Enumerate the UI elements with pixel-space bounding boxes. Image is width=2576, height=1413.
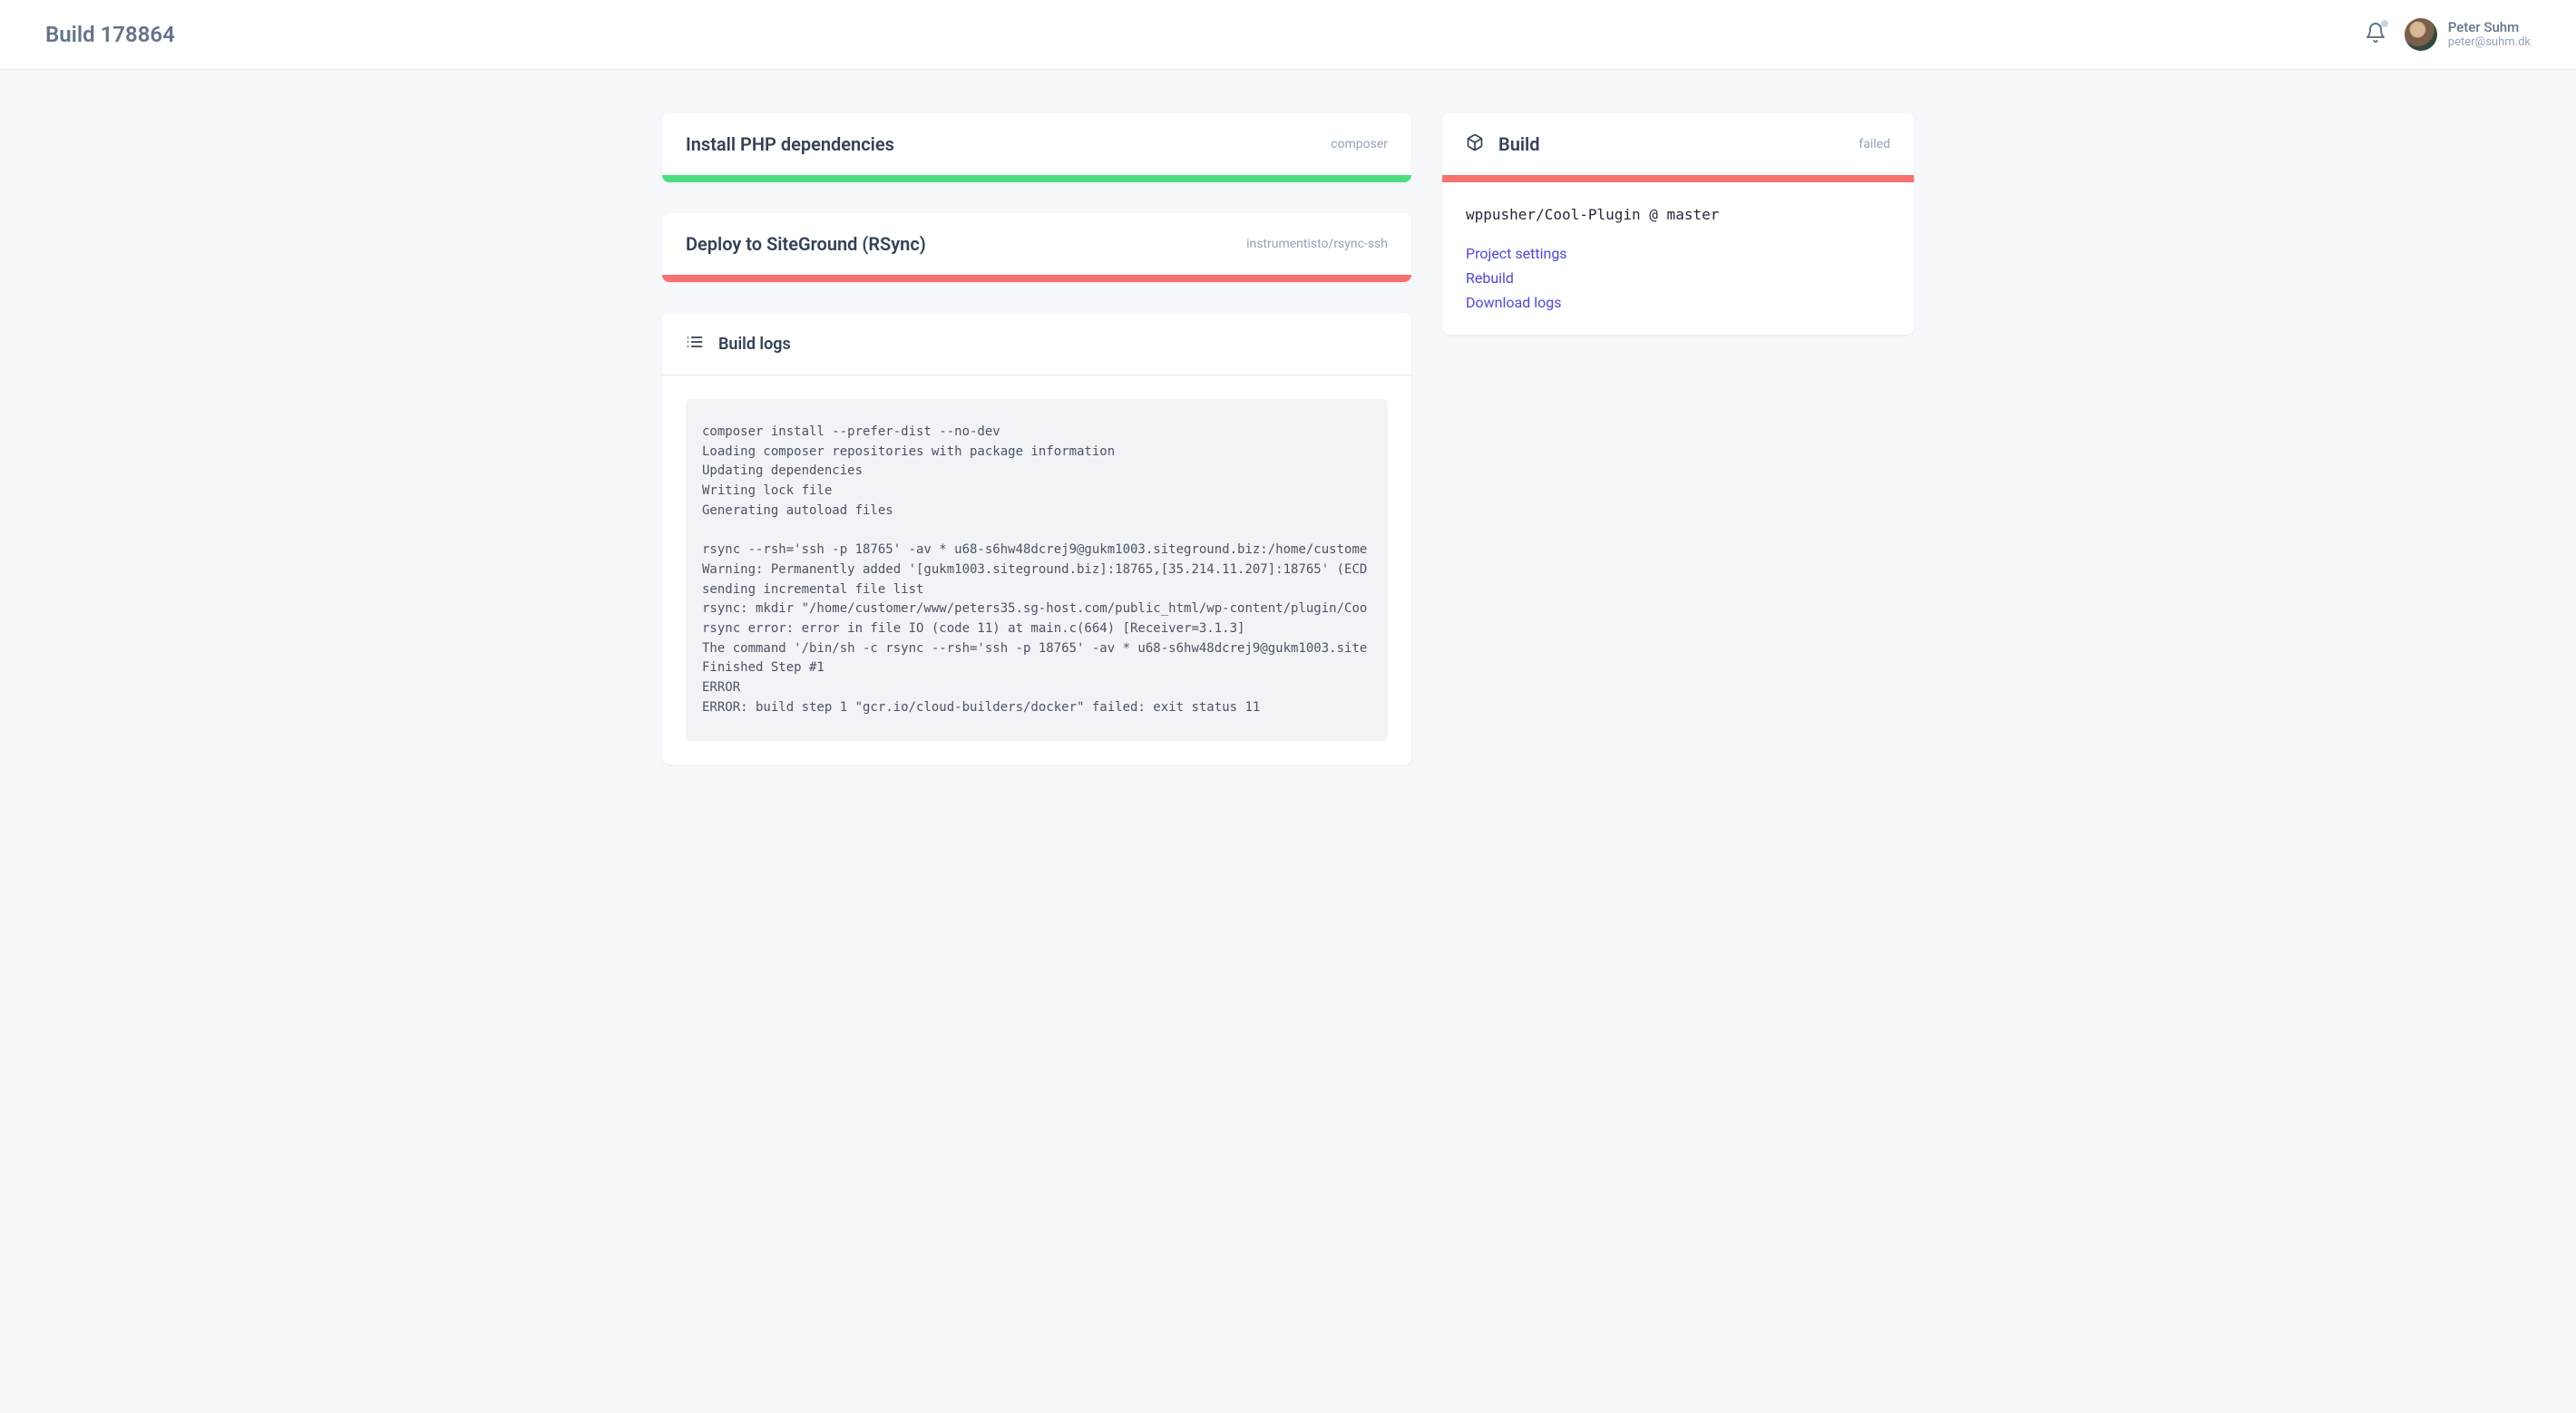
step-title: Install PHP dependencies (686, 133, 894, 155)
project-settings-link[interactable]: Project settings (1466, 245, 1890, 262)
step-title: Deploy to SiteGround (RSync) (686, 233, 926, 255)
build-logs-title: Build logs (718, 335, 791, 354)
status-bar-success (662, 175, 1411, 182)
user-menu[interactable]: Peter Suhm peter@suhm.dk (2405, 18, 2531, 51)
user-name: Peter Suhm (2448, 19, 2531, 36)
status-bar-failed (1442, 175, 1914, 182)
build-summary-card: Build failed wppusher/Cool-Plugin @ mast… (1442, 113, 1914, 335)
build-logs-output: composer install --prefer-dist --no-dev … (686, 399, 1388, 741)
step-tag: instrumentisto/rsync-ssh (1246, 237, 1388, 251)
notifications-button[interactable] (2365, 22, 2386, 47)
user-email: peter@suhm.dk (2448, 35, 2531, 50)
list-icon (686, 333, 704, 355)
build-repo: wppusher/Cool-Plugin @ master (1466, 206, 1890, 223)
build-panel-title: Build (1498, 133, 1540, 155)
build-step-rsync[interactable]: Deploy to SiteGround (RSync) instrumenti… (662, 213, 1411, 282)
download-logs-link[interactable]: Download logs (1466, 294, 1890, 311)
status-bar-failed (662, 275, 1411, 282)
rebuild-link[interactable]: Rebuild (1466, 269, 1890, 287)
step-tag: composer (1331, 137, 1388, 151)
build-status-text: failed (1859, 137, 1890, 151)
notification-dot (2381, 20, 2388, 27)
build-step-composer[interactable]: Install PHP dependencies composer (662, 113, 1411, 182)
cube-icon (1466, 133, 1484, 155)
build-logs-card: Build logs composer install --prefer-dis… (662, 313, 1411, 765)
avatar (2405, 18, 2437, 51)
bell-icon (2365, 30, 2386, 47)
page-title: Build 178864 (45, 22, 175, 47)
